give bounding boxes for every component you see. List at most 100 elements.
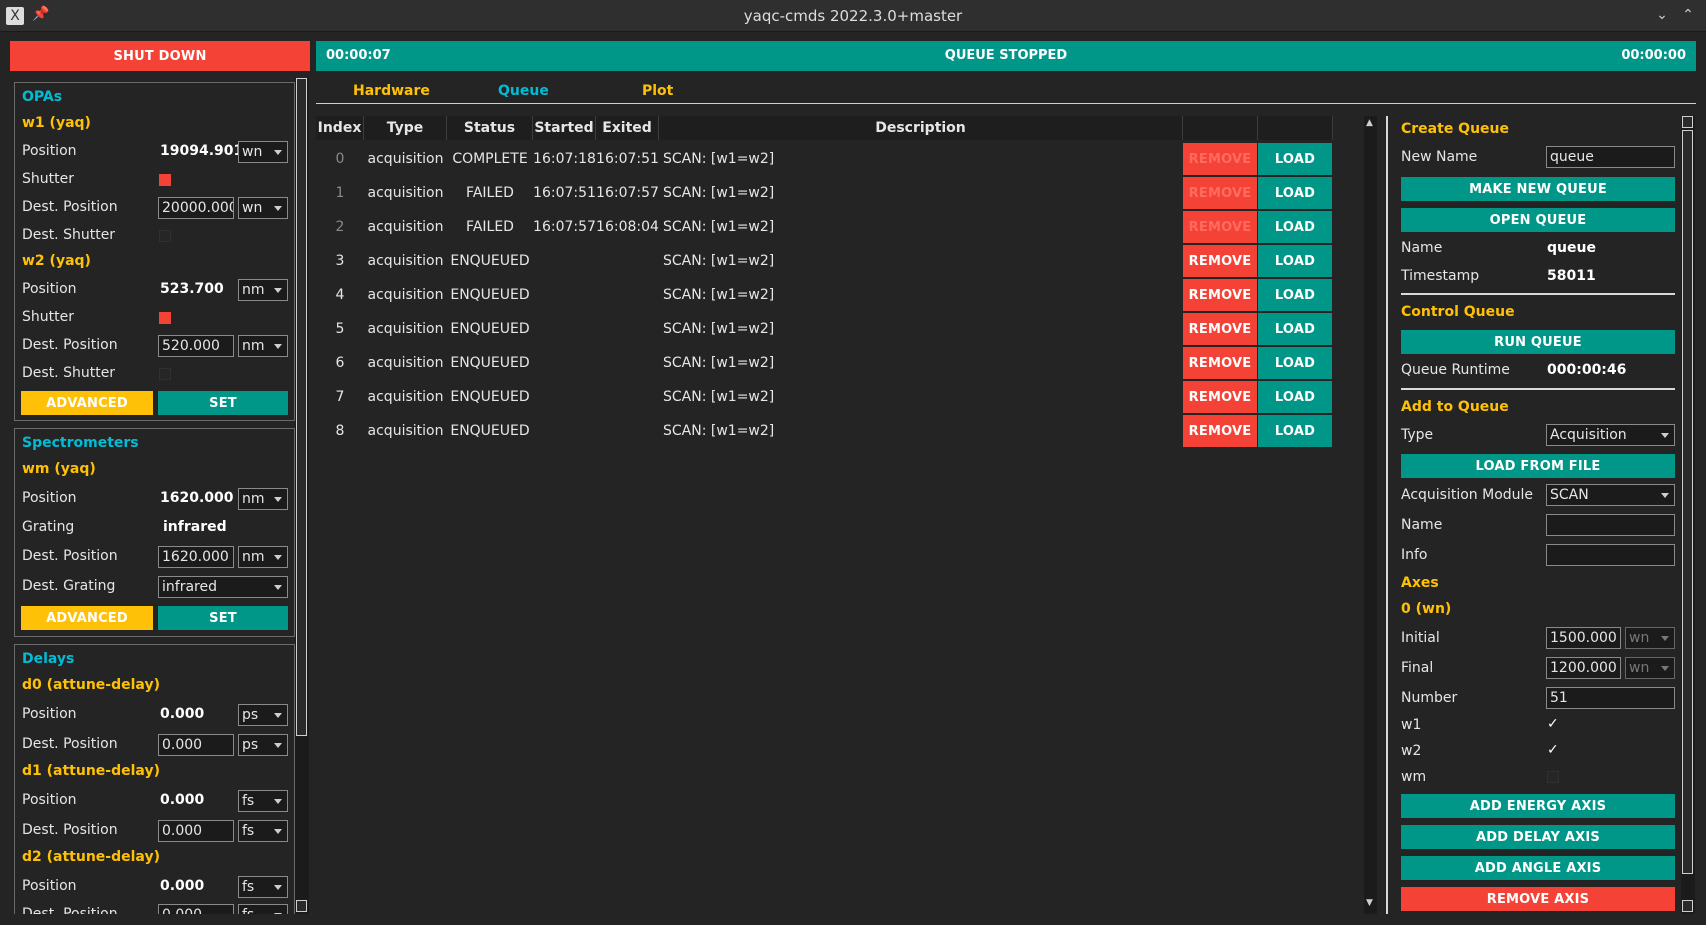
tab-hardware[interactable]: Hardware	[353, 80, 430, 102]
row-started	[533, 346, 596, 380]
acquisition-module-select[interactable]: SCAN	[1546, 484, 1675, 506]
remove-axis-button[interactable]: REMOVE AXIS	[1401, 887, 1675, 911]
d1-dest-unit-select[interactable]: fs	[238, 820, 288, 842]
timestamp-label: Timestamp	[1401, 268, 1480, 284]
col-header-type[interactable]: Type	[364, 116, 447, 140]
tab-queue[interactable]: Queue	[498, 80, 549, 102]
remove-button[interactable]: REMOVE	[1183, 347, 1257, 379]
remove-button[interactable]: REMOVE	[1183, 279, 1257, 311]
col-header-status[interactable]: Status	[447, 116, 533, 140]
col-header-exited[interactable]: Exited	[596, 116, 659, 140]
w2-dest-position-input[interactable]: 520.000	[158, 335, 234, 357]
w2-dest-shutter-checkbox[interactable]	[159, 368, 171, 380]
load-button[interactable]: LOAD	[1258, 415, 1332, 447]
tab-plot[interactable]: Plot	[642, 80, 673, 102]
chevron-down-icon	[274, 743, 282, 748]
scroll-down-icon[interactable]: ▼	[1366, 898, 1373, 908]
row-type: acquisition	[367, 185, 444, 201]
row-exited	[596, 244, 659, 278]
spectrometers-set-button[interactable]: SET	[158, 606, 288, 630]
load-button[interactable]: LOAD	[1258, 143, 1332, 175]
d2-dest-position-input[interactable]: 0.000	[158, 904, 234, 914]
load-button[interactable]: LOAD	[1258, 381, 1332, 413]
load-button[interactable]: LOAD	[1258, 177, 1332, 209]
w2-axis-checkbox[interactable]: ✓	[1547, 742, 1559, 758]
remove-button[interactable]: REMOVE	[1183, 245, 1257, 277]
final-input[interactable]: 1200.000	[1546, 657, 1621, 679]
queue-runtime-label: Queue Runtime	[1401, 362, 1510, 378]
opas-set-button[interactable]: SET	[158, 391, 288, 415]
row-started	[533, 380, 596, 414]
col-header-started[interactable]: Started	[533, 116, 596, 140]
left-scrollbar-end[interactable]	[296, 900, 307, 912]
right-scrollbar-start[interactable]	[1682, 116, 1693, 128]
w1-position-unit-select[interactable]: wn	[238, 141, 288, 163]
chevron-down-icon	[1661, 433, 1669, 438]
add-energy-axis-button[interactable]: ADD ENERGY AXIS	[1401, 794, 1675, 818]
wm-dest-unit-select[interactable]: nm	[238, 546, 288, 568]
shutdown-button[interactable]: SHUT DOWN	[10, 41, 310, 71]
right-panel-scrollbar[interactable]	[1681, 116, 1695, 914]
load-button[interactable]: LOAD	[1258, 279, 1332, 311]
w1-dest-shutter-checkbox[interactable]	[159, 230, 171, 242]
d0-dest-position-label: Dest. Position	[22, 736, 118, 752]
w2-position-unit-select[interactable]: nm	[238, 279, 288, 301]
item-name-input[interactable]	[1546, 514, 1675, 536]
add-delay-axis-button[interactable]: ADD DELAY AXIS	[1401, 825, 1675, 849]
type-select[interactable]: Acquisition	[1546, 424, 1675, 446]
left-scrollbar-thumb[interactable]	[296, 78, 307, 736]
chevron-up-icon[interactable]: ⌃	[1678, 5, 1698, 25]
scroll-up-icon[interactable]: ▲	[1366, 118, 1373, 128]
remove-button[interactable]: REMOVE	[1183, 313, 1257, 345]
col-header-index[interactable]: Index	[316, 116, 364, 140]
row-type: acquisition	[367, 253, 444, 269]
load-button[interactable]: LOAD	[1258, 347, 1332, 379]
chevron-down-icon	[274, 885, 282, 890]
add-angle-axis-button[interactable]: ADD ANGLE AXIS	[1401, 856, 1675, 880]
d2-dest-unit-select[interactable]: fs	[238, 904, 288, 914]
load-button[interactable]: LOAD	[1258, 245, 1332, 277]
wm-grating-value: infrared	[163, 519, 227, 535]
axes-title: Axes	[1401, 575, 1439, 591]
left-panel-scrollbar[interactable]	[295, 78, 309, 914]
remove-button[interactable]: REMOVE	[1183, 381, 1257, 413]
d1-position-unit-select[interactable]: fs	[238, 790, 288, 812]
wm-dest-grating-select[interactable]: infrared	[158, 576, 288, 598]
opas-advanced-button[interactable]: ADVANCED	[21, 391, 153, 415]
open-queue-button[interactable]: OPEN QUEUE	[1401, 208, 1675, 232]
chevron-down-icon[interactable]: ⌄	[1652, 5, 1672, 25]
chevron-down-icon	[274, 206, 282, 211]
d1-dest-position-input[interactable]: 0.000	[158, 820, 234, 842]
info-label: Info	[1401, 547, 1428, 563]
d2-position-unit-select[interactable]: fs	[238, 876, 288, 898]
table-scrollbar[interactable]: ▲ ▼	[1364, 116, 1377, 914]
load-from-file-button[interactable]: LOAD FROM FILE	[1401, 454, 1675, 478]
w1-dest-position-label: Dest. Position	[22, 199, 118, 215]
load-button[interactable]: LOAD	[1258, 313, 1332, 345]
number-input[interactable]: 51	[1546, 687, 1675, 709]
d0-dest-unit-select[interactable]: ps	[238, 734, 288, 756]
w1-dest-position-input[interactable]: 20000.000	[158, 197, 234, 219]
w1-dest-unit-select[interactable]: wn	[238, 197, 288, 219]
run-queue-button[interactable]: RUN QUEUE	[1401, 330, 1675, 354]
panel-splitter[interactable]	[1386, 116, 1388, 914]
make-new-queue-button[interactable]: MAKE NEW QUEUE	[1401, 177, 1675, 201]
info-input[interactable]	[1546, 544, 1675, 566]
wm-position-unit-select[interactable]: nm	[238, 488, 288, 510]
w2-dest-unit-select[interactable]: nm	[238, 335, 288, 357]
w1-axis-checkbox[interactable]: ✓	[1547, 716, 1559, 732]
right-scrollbar-thumb[interactable]	[1682, 130, 1693, 874]
initial-input[interactable]: 1500.000	[1546, 627, 1621, 649]
wm-axis-checkbox[interactable]	[1547, 771, 1559, 783]
wm-dest-position-input[interactable]: 1620.000	[158, 546, 234, 568]
row-description: SCAN: [w1=w2]	[663, 151, 775, 167]
w1-position-value: 19094.901	[160, 143, 244, 159]
col-header-description[interactable]: Description	[659, 116, 1183, 140]
d0-position-unit-select[interactable]: ps	[238, 704, 288, 726]
load-button[interactable]: LOAD	[1258, 211, 1332, 243]
new-name-input[interactable]: queue	[1546, 146, 1675, 168]
d0-dest-position-input[interactable]: 0.000	[158, 734, 234, 756]
spectrometers-advanced-button[interactable]: ADVANCED	[21, 606, 153, 630]
remove-button[interactable]: REMOVE	[1183, 415, 1257, 447]
right-scrollbar-end[interactable]	[1682, 900, 1693, 912]
